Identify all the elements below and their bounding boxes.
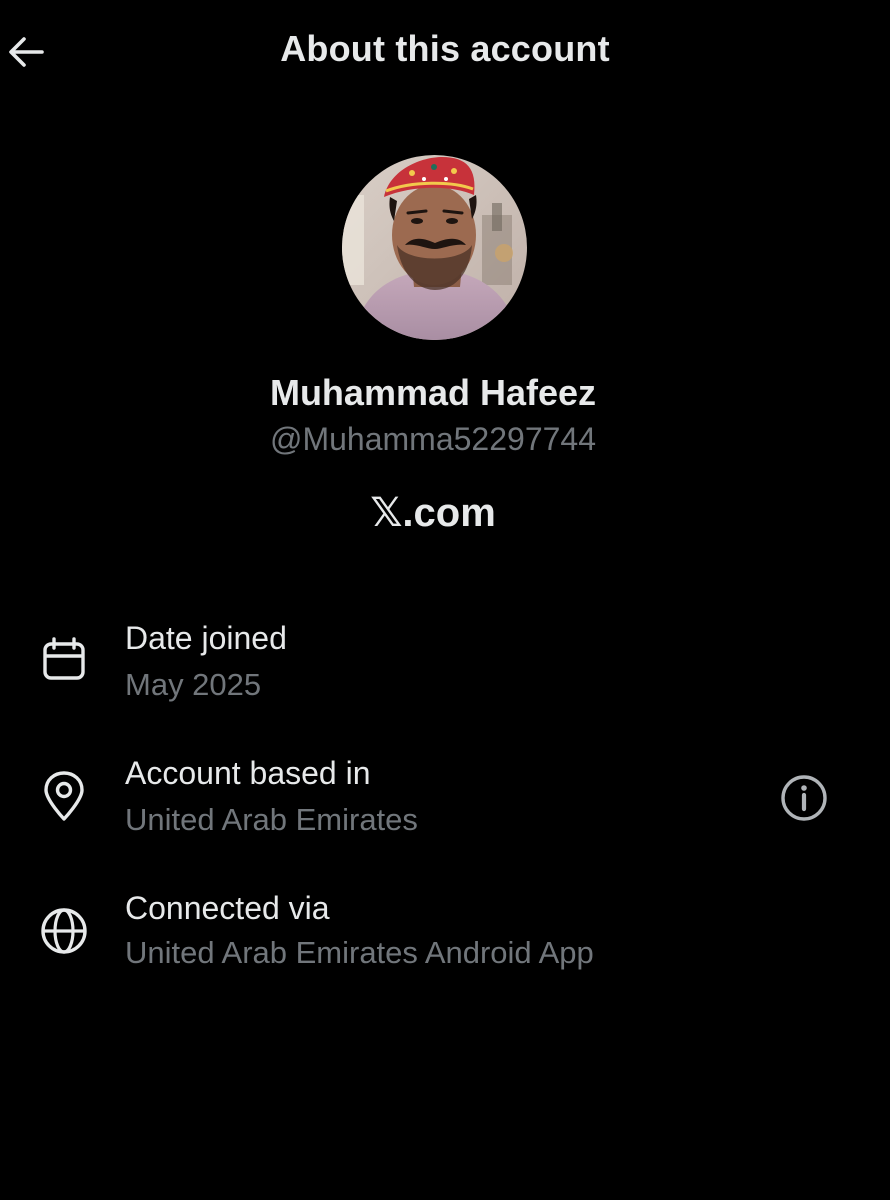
display-name: Muhammad Hafeez	[269, 372, 597, 413]
page-title: About this account	[280, 28, 610, 69]
info-icon	[781, 775, 827, 821]
top-bar: About this account	[0, 0, 890, 104]
globe-icon	[37, 904, 91, 958]
detail-value: United Arab Emirates Android App	[125, 935, 594, 970]
detail-label: Connected via	[125, 890, 330, 926]
detail-row-date-joined: Date joined May 2025	[0, 620, 890, 730]
calendar-icon	[37, 632, 91, 686]
username-handle: @Muhamma52297744	[269, 421, 596, 457]
detail-label: Account based in	[125, 755, 371, 791]
avatar[interactable]	[342, 155, 527, 340]
detail-row-connected-via: Connected via United Arab Emirates Andro…	[0, 890, 890, 1000]
detail-row-account-based-in: Account based in United Arab Emirates	[0, 755, 890, 865]
detail-value: May 2025	[125, 667, 262, 702]
location-pin-icon	[37, 769, 91, 823]
detail-value: United Arab Emirates	[125, 802, 418, 837]
info-button[interactable]	[778, 772, 830, 824]
platform-label: 𝕏.com	[370, 491, 496, 535]
detail-label: Date joined	[125, 620, 287, 656]
